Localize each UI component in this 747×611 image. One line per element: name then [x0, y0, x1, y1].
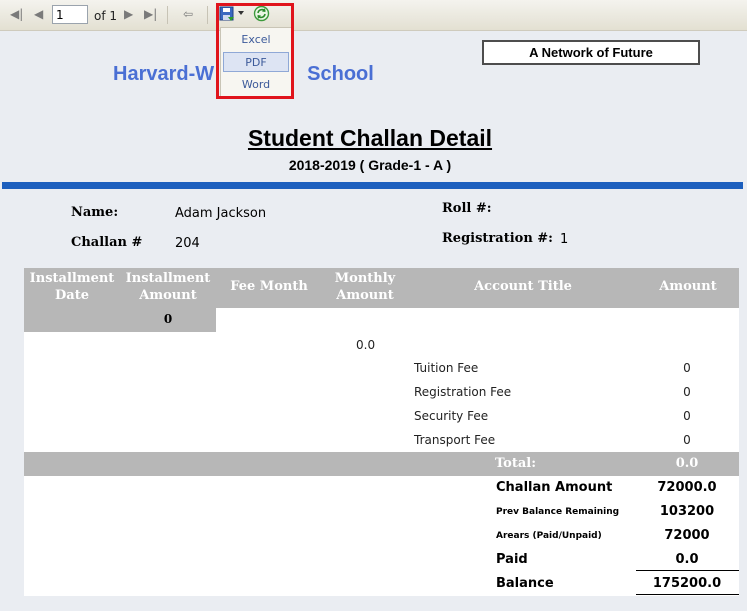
total-value: 0.0 [675, 456, 699, 471]
back-icon[interactable]: ⇦ [183, 6, 193, 22]
fee-amount: 0 [683, 361, 691, 375]
fee-title: Registration Fee [414, 385, 512, 399]
last-page-icon[interactable]: ▶| [144, 6, 157, 22]
save-export-icon[interactable] [219, 6, 235, 22]
roll-label: Roll #: [442, 201, 492, 216]
fee-amount: 0 [683, 433, 691, 447]
page-number-input[interactable] [52, 5, 88, 24]
fee-amount: 0 [683, 409, 691, 423]
arears-value: 72000 [664, 528, 710, 543]
header-installment-amount: Installment Amount [125, 271, 211, 303]
report-subtitle: 2018-2019 ( Grade-1 - A ) [288, 157, 452, 173]
school-name: Harvard-W School [113, 63, 374, 86]
balance-top-rule [636, 570, 739, 571]
balance-bottom-rule [636, 594, 739, 595]
page-total-text: of 1 [94, 9, 118, 23]
header-divider [2, 182, 743, 189]
header-monthly-amount: Monthly Amount [334, 271, 396, 303]
total-label: Total: [495, 456, 537, 471]
school-name-end: School [307, 63, 374, 85]
school-name-start: Harvard-W [113, 63, 215, 85]
challan-value: 204 [175, 236, 200, 251]
tagline-box: A Network of Future [482, 40, 700, 65]
challan-amount-value: 72000.0 [657, 480, 717, 495]
prev-balance-label: Prev Balance Remaining [496, 507, 620, 517]
header-installment-date: Installment Date [29, 271, 115, 303]
export-excel-item[interactable]: Excel [223, 30, 289, 50]
toolbar-separator [167, 6, 168, 24]
fee-amount: 0 [683, 385, 691, 399]
fee-title: Security Fee [414, 409, 489, 423]
registration-value: 1 [560, 232, 569, 247]
balance-label: Balance [496, 576, 554, 591]
balance-value: 175200.0 [652, 576, 722, 591]
previous-page-icon[interactable]: ◀ [34, 6, 43, 22]
total-row [24, 452, 739, 476]
paid-value: 0.0 [675, 552, 699, 567]
toolbar-separator [207, 6, 208, 24]
refresh-icon[interactable] [253, 5, 270, 22]
header-account-title: Account Title [474, 279, 572, 294]
arears-label: Arears (Paid/Unpaid) [496, 531, 602, 541]
header-fee-month: Fee Month [230, 279, 308, 294]
installment-amount-value: 0 [163, 312, 173, 326]
first-page-icon[interactable]: ◀| [10, 6, 23, 22]
monthly-amount-value: 0.0 [356, 338, 376, 352]
challan-table: Installment Date Installment Amount Fee … [24, 268, 739, 596]
export-dropdown-caret-icon[interactable] [238, 11, 244, 15]
challan-label: Challan # [71, 235, 143, 250]
challan-amount-label: Challan Amount [496, 480, 613, 495]
header-amount: Amount [659, 279, 717, 294]
fee-title: Tuition Fee [414, 361, 479, 375]
name-label: Name: [71, 205, 119, 220]
report-title: Student Challan Detail [247, 125, 493, 151]
next-page-icon[interactable]: ▶ [124, 6, 133, 22]
prev-balance-value: 103200 [659, 504, 715, 519]
name-value: Adam Jackson [175, 206, 267, 221]
paid-label: Paid [496, 552, 528, 567]
fee-title: Transport Fee [414, 433, 496, 447]
report-toolbar: ◀| ◀ of 1 ▶ ▶| ⇦ [0, 0, 747, 31]
registration-label: Registration #: [442, 231, 553, 246]
